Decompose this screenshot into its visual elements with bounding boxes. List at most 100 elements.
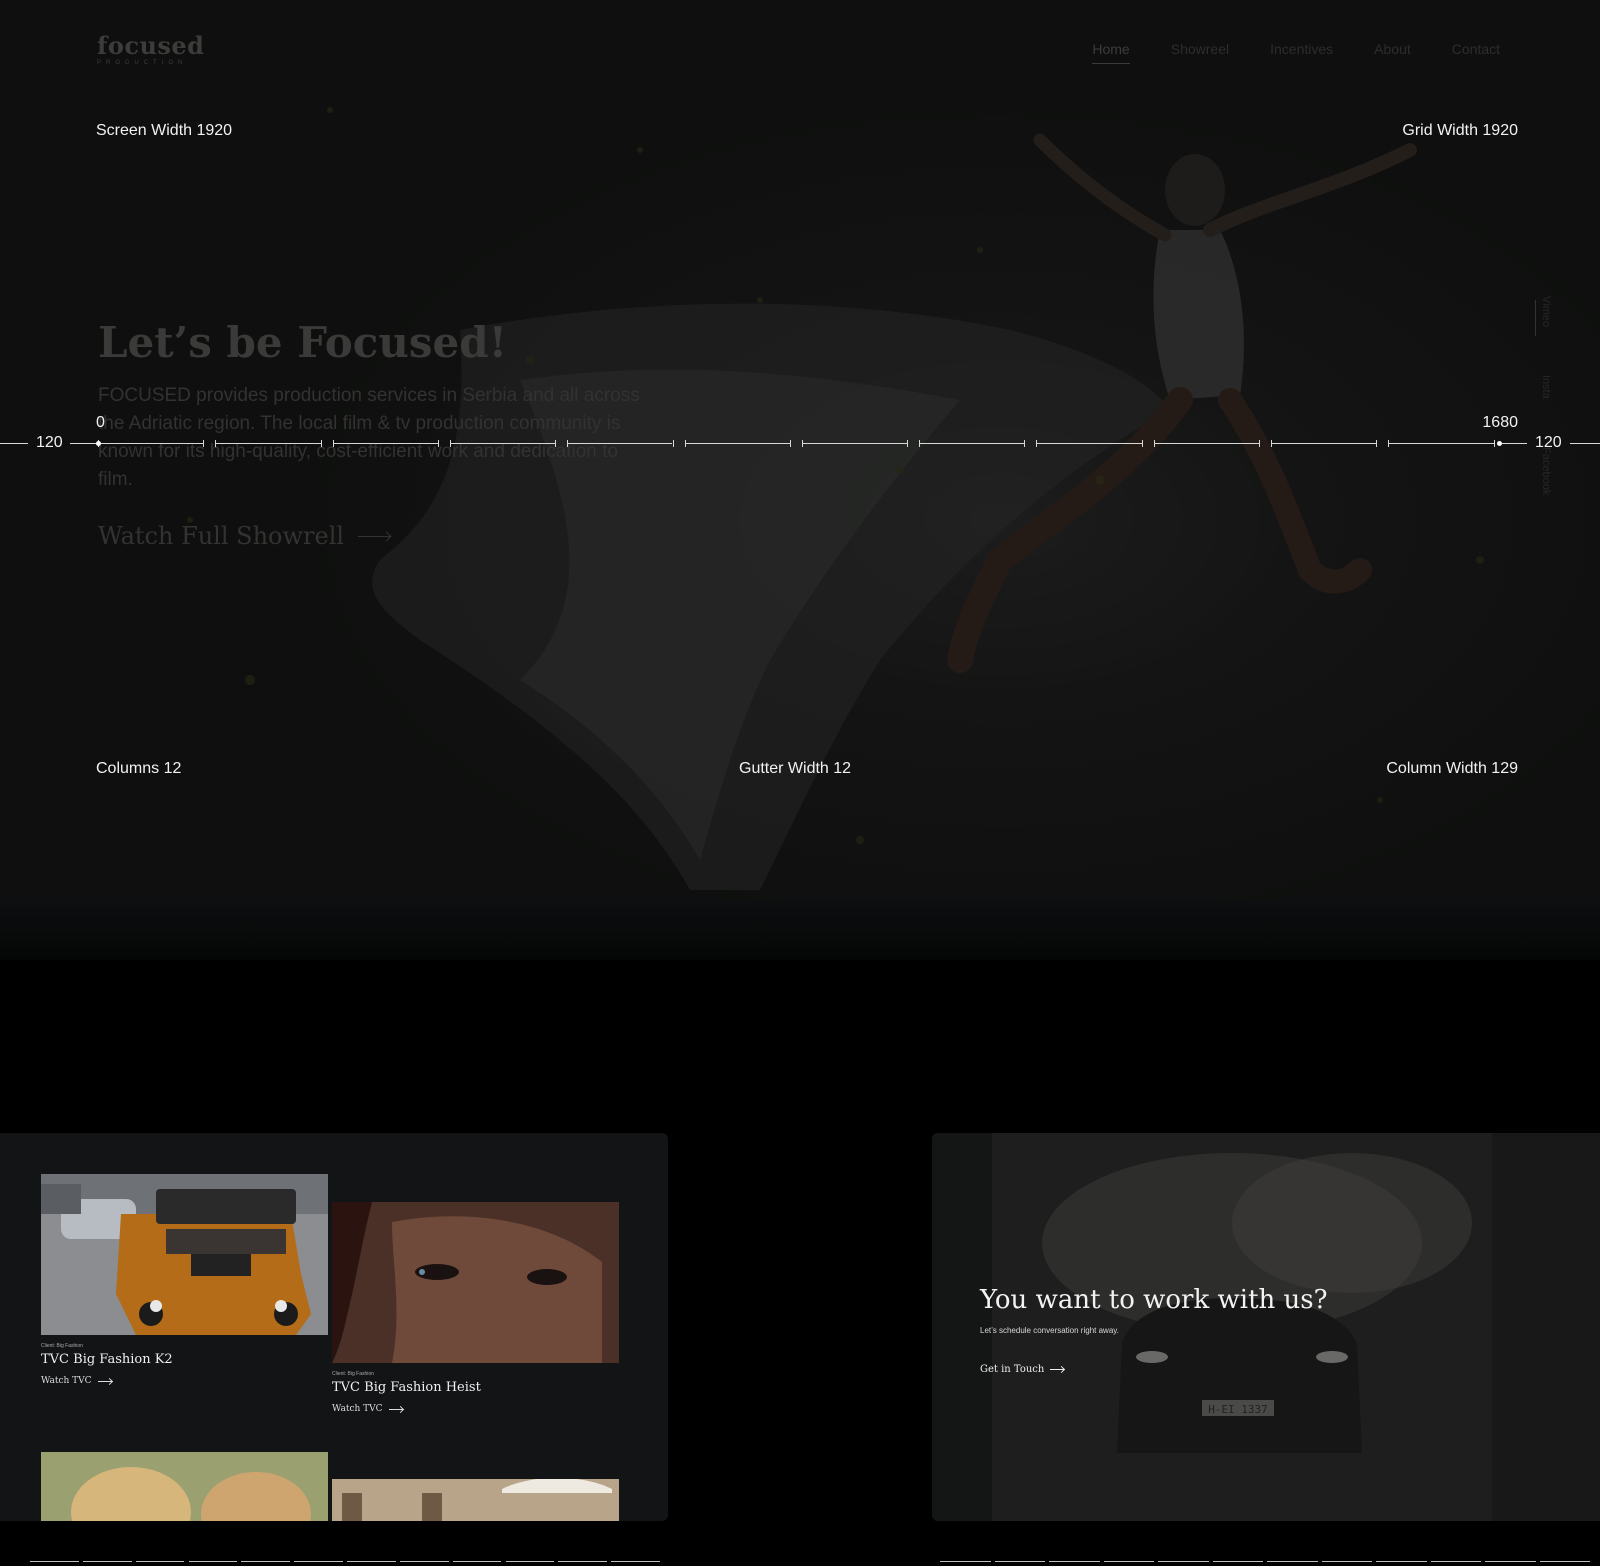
ruler-column-segment xyxy=(684,443,790,444)
panel-ruler-segment xyxy=(505,1561,555,1562)
ruler-column-segment xyxy=(1153,443,1259,444)
panel-ruler-segment xyxy=(399,1561,449,1562)
hero-bottom-band xyxy=(0,900,1600,960)
project-title[interactable]: TVC Big Fashion K2 xyxy=(41,1352,173,1367)
ruler-column-segment xyxy=(449,443,556,444)
panel-ruler-segment xyxy=(1267,1561,1318,1562)
hero-description: FOCUSED provides production services in … xyxy=(98,385,640,490)
ruler-tick xyxy=(1388,440,1390,447)
svg-text:H-EI 1337: H-EI 1337 xyxy=(1208,1403,1268,1416)
watch-showreel-label: Watch Full Showrell xyxy=(98,522,345,550)
panel-ruler-segment xyxy=(294,1561,343,1562)
arrow-right-icon xyxy=(358,535,391,537)
nav-contact[interactable]: Contact xyxy=(1452,41,1500,64)
ruler-tick xyxy=(1259,440,1260,447)
project-thumb-k2[interactable] xyxy=(41,1174,328,1335)
watch-tvc-link[interactable]: Watch TVC xyxy=(41,1376,112,1386)
panel-ruler-segment xyxy=(82,1561,132,1562)
panel-ruler-left xyxy=(30,1561,660,1562)
panel-ruler-segment xyxy=(1485,1561,1536,1562)
ruler-tick xyxy=(567,440,569,447)
get-in-touch-label: Get in Touch xyxy=(980,1364,1045,1375)
project-thumb-4[interactable] xyxy=(332,1479,619,1521)
arrow-right-icon xyxy=(97,1380,112,1382)
ruler-tick xyxy=(555,440,557,447)
face-image xyxy=(332,1202,619,1363)
watch-tvc-link[interactable]: Watch TVC xyxy=(332,1404,403,1414)
panel-ruler-segment xyxy=(1539,1561,1590,1562)
ruler-margin-right-line xyxy=(1570,443,1600,444)
project-client: Client: Big Fashion xyxy=(41,1343,83,1349)
ruler-tick xyxy=(320,440,322,447)
nav-about[interactable]: About xyxy=(1374,41,1411,64)
panel-ruler-segment xyxy=(241,1561,291,1562)
panel-ruler-segment xyxy=(1376,1561,1427,1562)
ruler-tick xyxy=(1024,440,1026,447)
cta-subtitle: Let’s schedule conversation right away. xyxy=(980,1326,1119,1335)
ruler-tick xyxy=(919,440,921,447)
cta-title: You want to work with us? xyxy=(980,1285,1328,1315)
social-insta[interactable]: Insta xyxy=(1540,375,1552,399)
panel-ruler-segment xyxy=(558,1561,608,1562)
annotation-grid-start: 0 xyxy=(96,414,105,431)
panel-ruler-segment xyxy=(188,1561,238,1562)
project-thumb-heist[interactable] xyxy=(332,1202,619,1363)
watch-showreel-link[interactable]: Watch Full Showrell xyxy=(98,522,391,550)
annotation-grid-end: 1680 xyxy=(1482,414,1518,431)
panel-ruler-segment xyxy=(1212,1561,1263,1562)
ruler-column-segment xyxy=(567,443,673,444)
ruler-tick xyxy=(801,440,803,447)
ruler-tick xyxy=(332,440,334,447)
ruler-endpoint-dot xyxy=(96,441,101,446)
annotation-grid-width: Grid Width 1920 xyxy=(1402,122,1518,139)
project-client: Client: Big Fashion xyxy=(332,1371,374,1377)
ruler-tick xyxy=(1376,440,1378,447)
watch-tvc-label: Watch TVC xyxy=(332,1404,383,1414)
projects-panel: Client: Big Fashion TVC Big Fashion K2 W… xyxy=(0,1133,668,1521)
ruler-tick xyxy=(907,440,909,447)
ruler-column-segment xyxy=(215,443,321,444)
ruler-margin-left-inner xyxy=(70,443,98,444)
contact-cta-panel: H-EI 1337 You want to work with us? Let’… xyxy=(932,1133,1600,1521)
panel-ruler-right xyxy=(940,1561,1590,1562)
ruler-column-segment xyxy=(332,443,438,444)
project-title[interactable]: TVC Big Fashion Heist xyxy=(332,1380,481,1395)
ruler-margin-left-line xyxy=(0,443,28,444)
annotation-columns: Columns 12 xyxy=(96,760,182,777)
ruler-tick xyxy=(449,440,451,447)
ruler-column-segment xyxy=(1271,443,1377,444)
panel-ruler-segment xyxy=(611,1561,660,1562)
street-image xyxy=(332,1479,619,1521)
social-facebook[interactable]: Facebook xyxy=(1540,447,1552,495)
arrow-right-icon xyxy=(388,1408,403,1410)
panel-ruler-segment xyxy=(1103,1561,1154,1562)
annotation-column-width: Column Width 129 xyxy=(1386,760,1518,777)
ruler-tick xyxy=(437,440,439,447)
panel-ruler-segment xyxy=(1049,1561,1100,1562)
ruler-column-segment xyxy=(1388,443,1494,444)
panel-ruler-segment xyxy=(994,1561,1045,1562)
logo-wordmark: focused xyxy=(97,31,205,60)
nav-home[interactable]: Home xyxy=(1092,41,1130,64)
grid-ruler xyxy=(0,440,1600,447)
ruler-tick xyxy=(1493,440,1495,447)
project-thumb-3[interactable] xyxy=(41,1452,328,1521)
nav-showreel[interactable]: Showreel xyxy=(1171,41,1229,64)
ruler-column-segment xyxy=(1036,443,1142,444)
arrow-right-icon xyxy=(1050,1369,1065,1370)
panel-ruler-segment xyxy=(135,1561,185,1562)
social-vimeo[interactable]: Vimeo xyxy=(1540,296,1552,327)
nav-incentives[interactable]: Incentives xyxy=(1270,41,1333,64)
hero-title: Let’s be Focused! xyxy=(98,318,508,367)
ruler-column-segment xyxy=(919,443,1025,444)
ruler-column-segment xyxy=(98,443,204,444)
main-nav: Home Showreel Incentives About Contact xyxy=(1092,41,1500,64)
ruler-tick xyxy=(789,440,791,447)
panel-ruler-segment xyxy=(940,1561,991,1562)
couple-image xyxy=(41,1452,328,1521)
ruler-column-segment xyxy=(801,443,908,444)
logo[interactable]: focused PRODUCTION xyxy=(97,31,205,67)
ruler-margin-right-inner xyxy=(1502,443,1527,444)
ruler-tick xyxy=(1141,440,1143,447)
get-in-touch-link[interactable]: Get in Touch xyxy=(980,1364,1065,1375)
